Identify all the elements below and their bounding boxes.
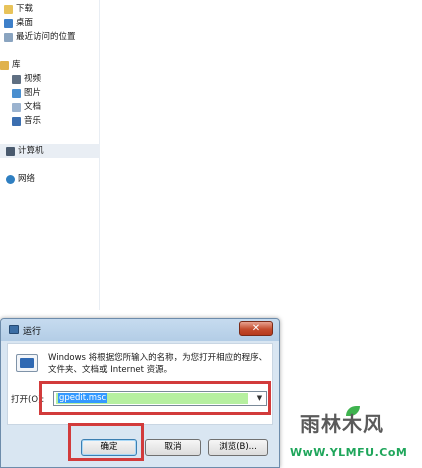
music-icon <box>12 116 21 126</box>
nav-item-computer[interactable]: 计算机 <box>0 144 100 158</box>
run-icon <box>9 325 19 334</box>
nav-item-music[interactable]: 音乐 <box>12 114 112 128</box>
dialog-titlebar[interactable]: 运行 ✕ <box>1 319 279 341</box>
nav-item-recent-places[interactable]: 最近访问的位置 <box>4 30 104 44</box>
pictures-icon <box>12 88 21 98</box>
input-highlight-box <box>39 381 271 415</box>
library-icon <box>0 60 9 70</box>
watermark-brand: 雨林木风 <box>300 412 384 436</box>
download-folder-icon <box>4 4 13 14</box>
documents-icon <box>12 102 21 112</box>
nav-item-desktop[interactable]: 桌面 <box>4 16 104 30</box>
video-icon <box>12 74 21 84</box>
nav-item-downloads[interactable]: 下载 <box>4 2 104 16</box>
nav-item-video[interactable]: 视频 <box>12 72 112 86</box>
run-program-icon <box>16 354 38 372</box>
dialog-title: 运行 <box>23 327 42 337</box>
close-button[interactable]: ✕ <box>239 321 273 336</box>
nav-item-pictures[interactable]: 图片 <box>12 86 112 100</box>
recent-places-icon <box>4 32 13 42</box>
computer-icon <box>6 146 15 156</box>
nav-item-documents[interactable]: 文档 <box>12 100 112 114</box>
watermark-logo: 雨林木风 WwW.YLMFU.CoM <box>288 406 422 468</box>
dialog-description: Windows 将根据您所输入的名称，为您打开相应的程序、文件夹、文档或 Int… <box>48 353 268 375</box>
desktop-icon <box>4 18 13 28</box>
navigation-pane: 下载 桌面 最近访问的位置 库 视频 图片 文档 音乐 计算机 网络 <box>0 0 100 310</box>
network-icon <box>6 174 15 184</box>
nav-item-library[interactable]: 库 <box>0 58 100 72</box>
watermark-url: WwW.YLMFU.CoM <box>290 446 408 459</box>
cancel-button[interactable]: 取消 <box>145 439 201 456</box>
nav-item-network[interactable]: 网络 <box>6 172 106 186</box>
browse-button[interactable]: 浏览(B)... <box>208 439 268 456</box>
ok-highlight-box <box>68 423 144 461</box>
